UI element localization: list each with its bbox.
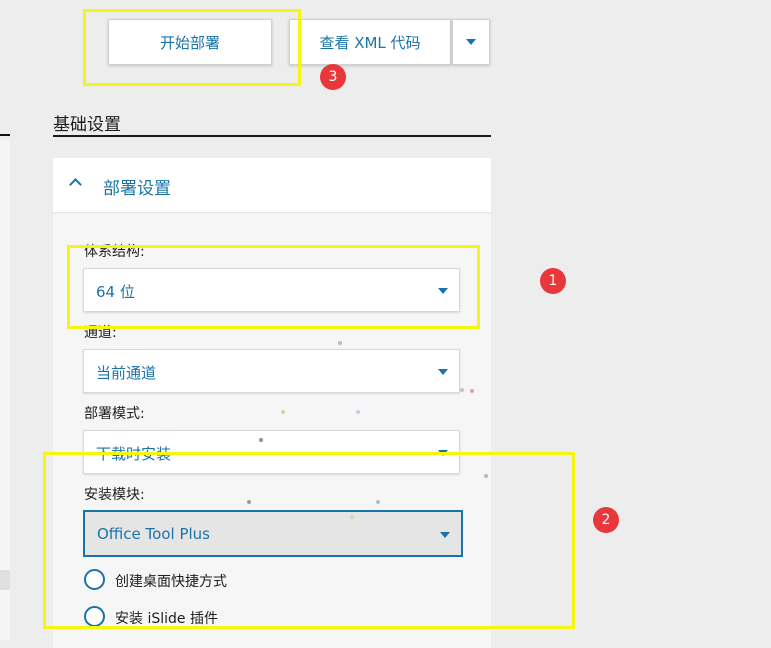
install-module-label: 安装模块:: [84, 487, 145, 503]
view-xml-label: 查看 XML 代码: [319, 33, 421, 52]
annotation-badge-2: 2: [593, 507, 619, 533]
channel-select[interactable]: 当前通道: [83, 349, 460, 393]
view-xml-dropdown-button[interactable]: [452, 19, 490, 65]
annotation-badge-1: 1: [540, 268, 566, 294]
speck: [376, 500, 380, 504]
install-module-select[interactable]: Office Tool Plus: [83, 510, 463, 557]
caret-down-icon: [438, 288, 448, 294]
speck: [356, 410, 360, 414]
start-deploy-button[interactable]: 开始部署: [108, 19, 272, 65]
speck: [247, 500, 251, 504]
option-label: 安装 iSlide 插件: [115, 611, 218, 627]
view-xml-button[interactable]: 查看 XML 代码: [289, 19, 451, 65]
section-divider: [53, 135, 491, 137]
caret-down-icon: [440, 532, 450, 538]
radio-button[interactable]: [84, 569, 105, 590]
left-pane-divider: [0, 134, 10, 136]
deploy-mode-value: 下载时安装: [96, 445, 172, 463]
speck: [281, 410, 285, 414]
panel-title: 部署设置: [103, 179, 171, 199]
caret-down-icon: [438, 369, 448, 375]
deploy-mode-select[interactable]: 下载时安装: [83, 430, 460, 474]
left-pane-shade: [0, 570, 10, 590]
chevron-up-icon[interactable]: [69, 178, 82, 191]
architecture-select[interactable]: 64 位: [83, 268, 460, 312]
speck: [350, 515, 354, 519]
channel-value: 当前通道: [96, 364, 157, 382]
left-pane: [0, 140, 10, 640]
speck: [484, 474, 488, 478]
speck: [259, 438, 263, 442]
option-label: 创建桌面快捷方式: [115, 574, 227, 590]
section-title: 基础设置: [53, 115, 121, 135]
start-deploy-label: 开始部署: [159, 33, 220, 52]
speck: [338, 341, 342, 345]
architecture-label: 体系结构:: [84, 244, 145, 260]
panel-header[interactable]: 部署设置: [53, 158, 491, 213]
annotation-badge-3: 3: [320, 64, 346, 90]
caret-down-icon: [438, 450, 448, 456]
deploy-mode-label: 部署模式:: [84, 406, 145, 422]
speck: [470, 389, 474, 393]
channel-label: 通道:: [84, 325, 117, 341]
install-module-value: Office Tool Plus: [97, 525, 210, 543]
radio-button[interactable]: [84, 606, 105, 627]
caret-down-icon: [466, 39, 476, 45]
speck: [460, 388, 464, 392]
architecture-value: 64 位: [96, 283, 135, 301]
